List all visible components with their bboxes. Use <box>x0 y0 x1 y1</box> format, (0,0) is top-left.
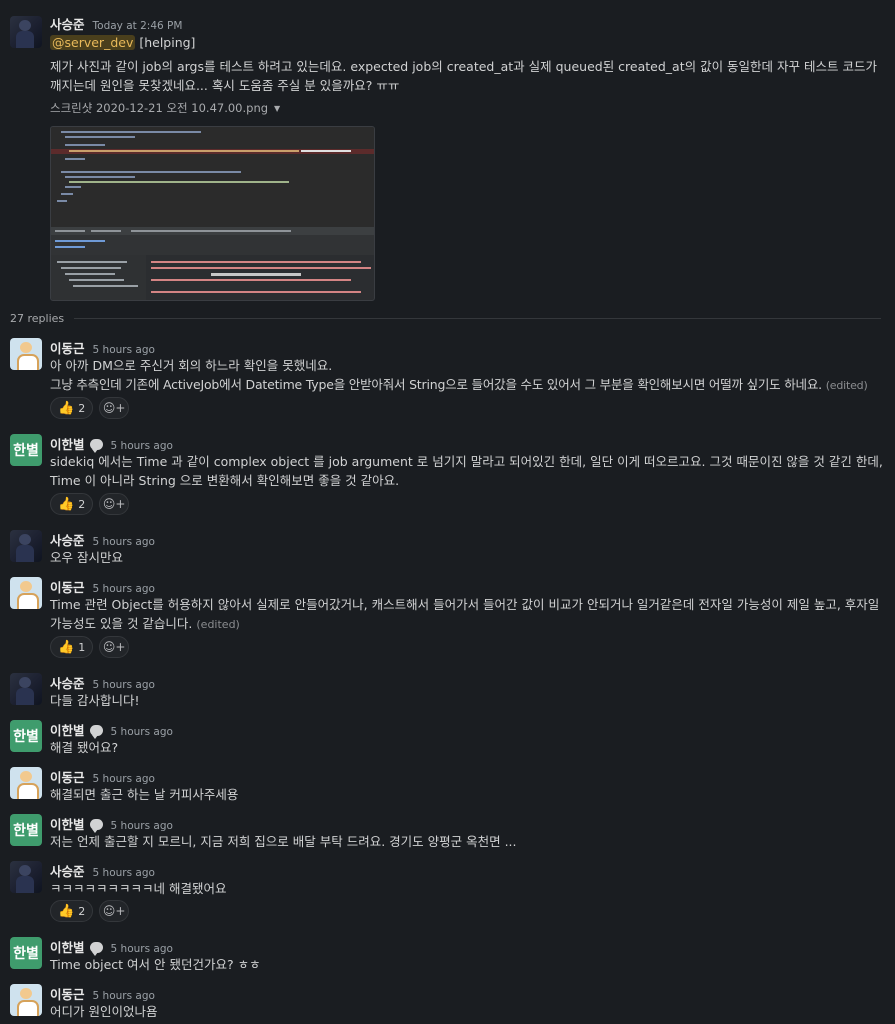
message-text: Time 관련 Object를 허용하지 않아서 실제로 안들어갔거나, 캐스트… <box>50 595 883 634</box>
avatar[interactable]: 한별 <box>10 720 42 752</box>
message-text: 오우 잠시만요 <box>50 550 123 565</box>
avatar[interactable] <box>10 577 42 609</box>
reaction-thumbs-up[interactable]: 👍 2 <box>50 493 94 515</box>
timestamp[interactable]: 5 hours ago <box>111 943 173 955</box>
reaction-count: 2 <box>78 401 86 415</box>
timestamp[interactable]: 5 hours ago <box>93 990 155 1002</box>
divider-line <box>74 318 881 319</box>
speech-bubble-icon[interactable] <box>89 942 103 956</box>
reactions-bar: 👍 2 ☺+ <box>50 397 130 419</box>
timestamp[interactable]: 5 hours ago <box>93 536 155 548</box>
author-name[interactable]: 사승준 <box>50 14 85 33</box>
author-name[interactable]: 사승준 <box>50 861 85 880</box>
message-text-line: 그냥 추측인데 기존에 ActiveJob에서 Datetime Type을 안… <box>50 377 822 392</box>
add-reaction-icon[interactable]: ☺+ <box>99 900 130 922</box>
avatar[interactable]: 한별 <box>10 937 42 969</box>
message-text: 해결되면 출근 하는 날 커피사주세용 <box>50 787 239 802</box>
replies-divider: 27 replies <box>10 312 881 325</box>
code-screenshot-graphic <box>51 127 374 300</box>
author-name[interactable]: 이동근 <box>50 984 85 1003</box>
attachment-header[interactable]: 스크린샷 2020-12-21 오전 10.47.00.png ▼ <box>50 100 883 116</box>
reaction-thumbs-up[interactable]: 👍 2 <box>50 900 94 922</box>
timestamp[interactable]: 5 hours ago <box>111 820 173 832</box>
add-reaction-icon[interactable]: ☺+ <box>99 636 130 658</box>
add-reaction-icon[interactable]: ☺+ <box>99 493 130 515</box>
reactions-bar: 👍 1 ☺+ <box>50 636 130 658</box>
timestamp[interactable]: 5 hours ago <box>93 867 155 879</box>
timestamp[interactable]: Today at 2:46 PM <box>93 20 183 32</box>
message-text: ㅋㅋㅋㅋㅋㅋㅋㅋㅋ네 해결됐어요 <box>50 881 227 896</box>
message-text: 제가 사진과 같이 job의 args를 테스트 하려고 있는데요. expec… <box>50 59 877 93</box>
avatar[interactable] <box>10 767 42 799</box>
author-name[interactable]: 사승준 <box>50 530 85 549</box>
reaction-thumbs-up[interactable]: 👍 2 <box>50 397 94 419</box>
author-name[interactable]: 이한별 <box>50 937 85 956</box>
avatar[interactable]: 한별 <box>10 814 42 846</box>
author-name[interactable]: 이동근 <box>50 338 85 357</box>
reaction-thumbs-up[interactable]: 👍 1 <box>50 636 94 658</box>
reaction-count: 2 <box>78 497 86 511</box>
avatar[interactable]: 한별 <box>10 434 42 466</box>
thumbs-up-icon: 👍 <box>58 639 75 655</box>
attachment-name[interactable]: 스크린샷 2020-12-21 오전 10.47.00.png <box>50 100 268 116</box>
thumbs-up-icon: 👍 <box>58 496 75 512</box>
message-text: 저는 언제 출근할 지 모르니, 지금 저희 집으로 배달 부탁 드려요. 경기… <box>50 834 517 849</box>
edited-label: (edited) <box>825 379 868 392</box>
helping-tag: [helping] <box>139 35 196 50</box>
message-text: 해결 됐어요? <box>50 740 119 755</box>
thumbs-up-icon: 👍 <box>58 903 75 919</box>
speech-bubble-icon[interactable] <box>89 819 103 833</box>
author-name[interactable]: 이동근 <box>50 767 85 786</box>
speech-bubble-icon[interactable] <box>89 439 103 453</box>
avatar[interactable] <box>10 861 42 893</box>
message-text: 어디가 원인이었나욤 <box>50 1004 158 1019</box>
timestamp[interactable]: 5 hours ago <box>93 344 155 356</box>
avatar[interactable] <box>10 673 42 705</box>
reaction-count: 1 <box>78 640 86 654</box>
reactions-bar: 👍 2 ☺+ <box>50 900 130 922</box>
reactions-bar: 👍 2 ☺+ <box>50 493 130 515</box>
timestamp[interactable]: 5 hours ago <box>111 440 173 452</box>
author-name[interactable]: 이동근 <box>50 577 85 596</box>
timestamp[interactable]: 5 hours ago <box>93 679 155 691</box>
attachment-image[interactable] <box>50 126 375 301</box>
avatar[interactable] <box>10 530 42 562</box>
replies-count: 27 replies <box>10 312 65 325</box>
message-tags: @server_dev [helping] <box>50 33 883 52</box>
author-name[interactable]: 사승준 <box>50 673 85 692</box>
timestamp[interactable]: 5 hours ago <box>93 773 155 785</box>
timestamp[interactable]: 5 hours ago <box>111 726 173 738</box>
message-text-line: Time 관련 Object를 허용하지 않아서 실제로 안들어갔거나, 캐스트… <box>50 597 880 631</box>
author-name[interactable]: 이한별 <box>50 814 85 833</box>
author-name[interactable]: 이한별 <box>50 434 85 453</box>
timestamp[interactable]: 5 hours ago <box>93 583 155 595</box>
message-text: 다들 감사합니다! <box>50 693 140 708</box>
speech-bubble-icon[interactable] <box>89 725 103 739</box>
avatar[interactable] <box>10 338 42 370</box>
message-text: 아 아까 DM으로 주신거 회의 하느라 확인을 못했네요. <box>50 358 333 373</box>
edited-label: (edited) <box>196 618 240 631</box>
message-text: 그냥 추측인데 기존에 ActiveJob에서 Datetime Type을 안… <box>50 375 883 395</box>
avatar[interactable] <box>10 984 42 1016</box>
reaction-count: 2 <box>78 904 86 918</box>
add-reaction-icon[interactable]: ☺+ <box>99 397 130 419</box>
thumbs-up-icon: 👍 <box>58 400 75 416</box>
message-text: Time object 여서 안 됐던건가요? ㅎㅎ <box>50 957 261 972</box>
author-name[interactable]: 이한별 <box>50 720 85 739</box>
avatar[interactable] <box>10 16 42 48</box>
mention-server-dev[interactable]: @server_dev <box>50 35 136 50</box>
message-text: sidekiq 에서는 Time 과 같이 complex object 를 j… <box>50 454 883 488</box>
caret-down-icon[interactable]: ▼ <box>274 104 280 113</box>
